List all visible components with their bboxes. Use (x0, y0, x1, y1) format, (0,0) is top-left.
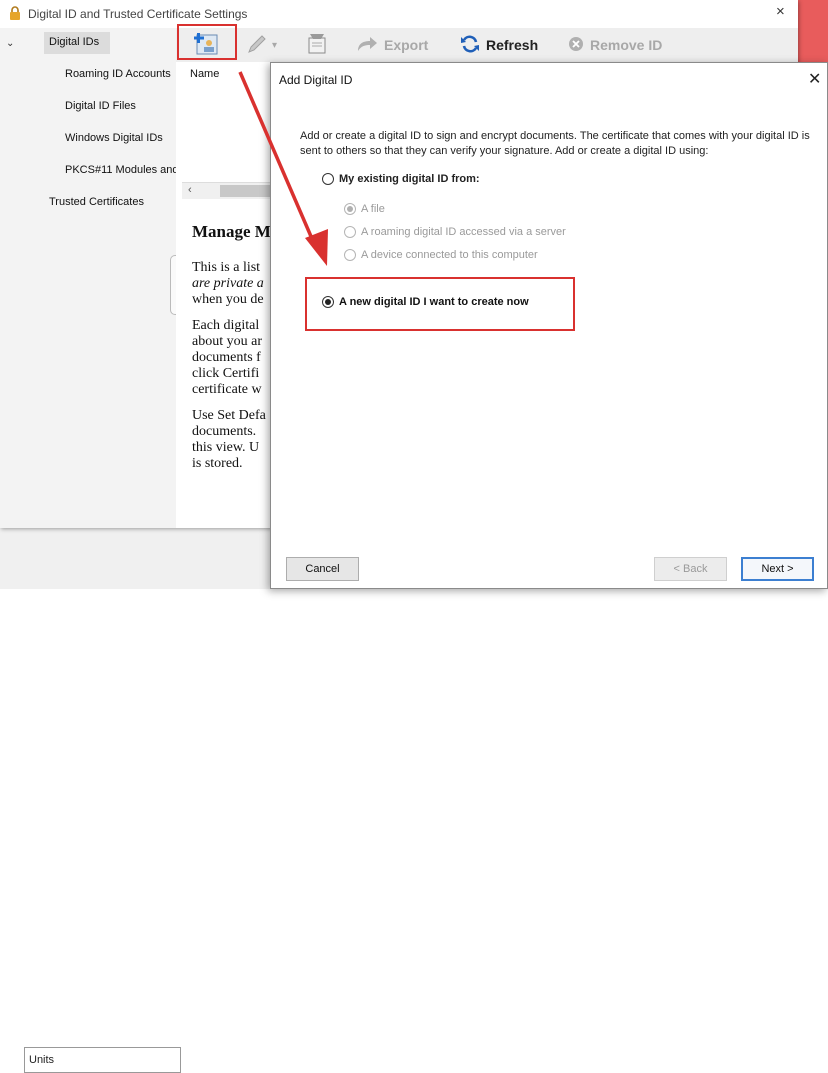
add-button-highlight-box (177, 24, 237, 60)
refresh-button[interactable]: Refresh (460, 34, 538, 56)
radio-roaming-digital-id[interactable]: A roaming digital ID accessed via a serv… (344, 226, 566, 238)
sidebar-item-digital-id-files[interactable]: Digital ID Files (65, 100, 136, 112)
dialog-title: Add Digital ID (279, 73, 353, 87)
edit-id-button[interactable]: ▾ (246, 34, 277, 56)
refresh-icon (460, 34, 480, 57)
cancel-button[interactable]: Cancel (286, 557, 359, 581)
back-button[interactable]: < Back (654, 557, 727, 581)
radio-label: A file (361, 203, 385, 215)
radio-label: My existing digital ID from: (339, 173, 480, 185)
scroll-left-icon[interactable]: ‹ (188, 184, 192, 196)
sidebar-item-windows-digital-ids[interactable]: Windows Digital IDs (65, 132, 163, 144)
settings-toolbar: ▾ Export Refresh Remove ID (176, 28, 798, 62)
radio-device-connected[interactable]: A device connected to this computer (344, 249, 538, 261)
export-arrow-icon (356, 35, 378, 56)
settings-sidebar: ⌄ Digital IDs Roaming ID Accounts Digita… (0, 28, 179, 528)
help-paragraph: This is a list are private a when you de (192, 260, 264, 307)
settings-title-bar: Digital ID and Trusted Certificate Setti… (0, 0, 798, 28)
remove-circle-icon (568, 36, 584, 55)
radio-button[interactable] (344, 226, 356, 238)
help-heading: Manage M (192, 222, 271, 241)
next-button[interactable]: Next > (741, 557, 814, 581)
settings-close-button[interactable]: × (776, 3, 785, 20)
help-paragraph: Each digital about you ar documents f cl… (192, 318, 262, 397)
help-paragraph: Use Set Defa documents. this view. U is … (192, 408, 266, 471)
sidebar-item-pkcs11-modules[interactable]: PKCS#11 Modules and (65, 164, 179, 176)
radio-button[interactable] (344, 203, 356, 215)
name-column-header[interactable]: Name (190, 68, 219, 80)
settings-window-title: Digital ID and Trusted Certificate Setti… (28, 7, 248, 21)
sidebar-item-trusted-certificates[interactable]: Trusted Certificates (49, 196, 144, 208)
help-panel: Manage M This is a list are private a wh… (192, 222, 282, 522)
radio-existing-digital-id[interactable]: My existing digital ID from: (322, 173, 480, 185)
new-id-highlight-box (305, 277, 575, 331)
radio-label: A roaming digital ID accessed via a serv… (361, 226, 566, 238)
certificate-details-button[interactable] (304, 32, 330, 59)
horizontal-scrollbar[interactable]: ‹ (182, 182, 272, 199)
background-app-panel: Units (0, 520, 270, 1073)
refresh-label: Refresh (486, 37, 539, 53)
certificate-icon (304, 32, 330, 59)
export-button[interactable]: Export (356, 34, 428, 56)
radio-button[interactable] (322, 173, 334, 185)
pen-icon (246, 33, 270, 58)
dialog-close-icon[interactable]: ✕ (808, 69, 821, 89)
remove-id-label: Remove ID (590, 37, 663, 53)
scrollbar-thumb[interactable] (220, 185, 272, 197)
background-window-strip (798, 0, 828, 62)
units-field[interactable]: Units (24, 1047, 181, 1073)
remove-id-button[interactable]: Remove ID (568, 34, 662, 56)
collapse-chevron-icon[interactable]: ⌄ (6, 38, 14, 49)
dialog-description: Add or create a digital ID to sign and e… (300, 130, 810, 157)
sidebar-item-digital-ids[interactable]: Digital IDs (49, 36, 99, 48)
lock-icon (8, 6, 22, 20)
sidebar-item-roaming-id-accounts[interactable]: Roaming ID Accounts (65, 68, 171, 80)
radio-label: A device connected to this computer (361, 249, 538, 261)
export-label: Export (384, 37, 429, 53)
radio-a-file[interactable]: A file (344, 203, 385, 215)
radio-button[interactable] (344, 249, 356, 261)
edit-dropdown-icon[interactable]: ▾ (272, 40, 277, 51)
